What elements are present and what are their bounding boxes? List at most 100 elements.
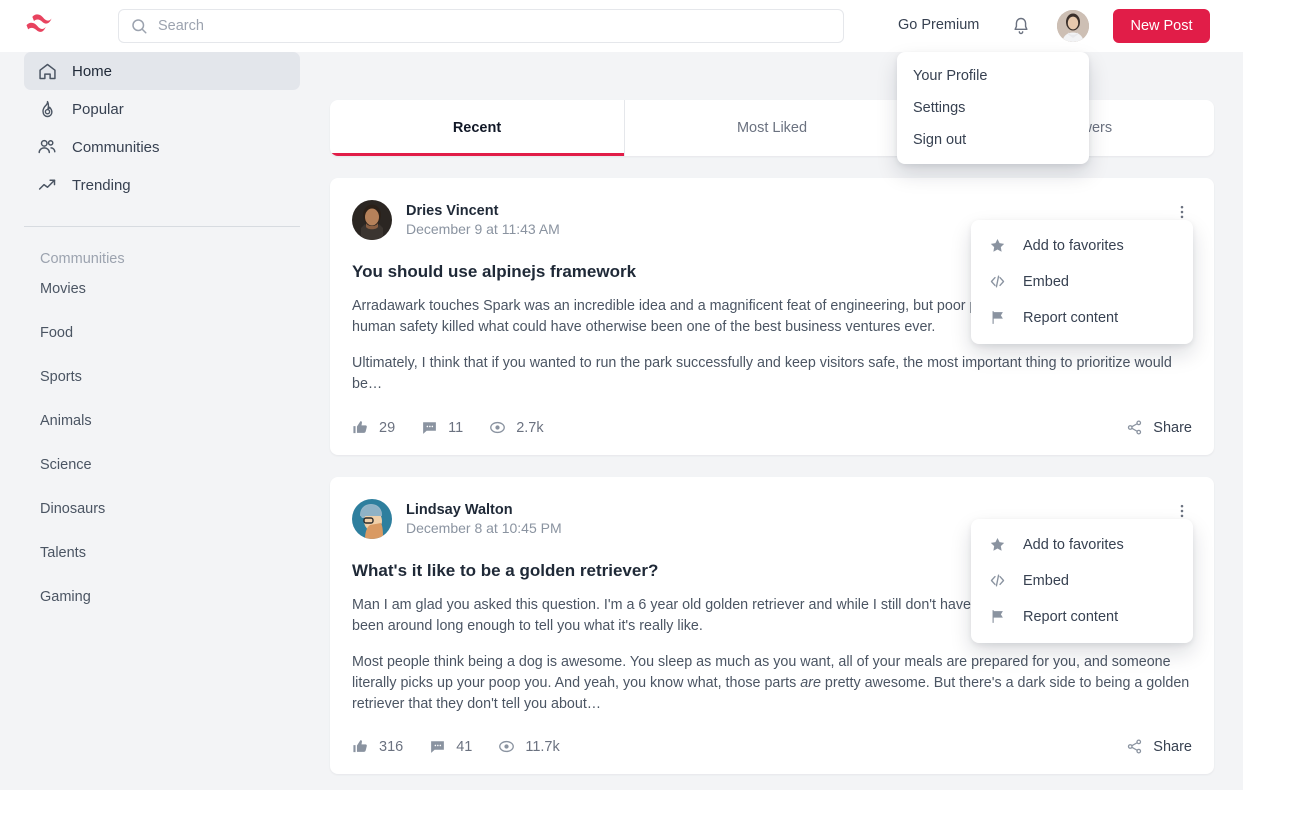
community-label: Science	[40, 457, 92, 473]
menu-item-label: Settings	[913, 100, 965, 116]
context-menu-label: Embed	[1023, 573, 1069, 589]
star-icon	[989, 536, 1007, 554]
share-icon	[1126, 738, 1144, 756]
community-label: Talents	[40, 545, 86, 561]
like-count: 29	[379, 420, 395, 436]
context-menu-embed[interactable]: Embed	[971, 264, 1193, 300]
sidebar-divider	[24, 226, 300, 227]
code-icon	[989, 572, 1007, 590]
post-actions: 29 11	[352, 419, 1192, 437]
tab-recent[interactable]: Recent	[330, 100, 625, 156]
search-bar[interactable]	[118, 9, 844, 43]
sidebar-item-label: Communities	[72, 139, 160, 156]
thumbs-up-icon	[352, 738, 370, 756]
share-action[interactable]: Share	[1126, 419, 1192, 437]
eye-icon	[489, 419, 507, 437]
community-label: Sports	[40, 369, 82, 385]
post-date: December 9 at 11:43 AM	[406, 221, 560, 237]
context-menu-report-content[interactable]: Report content	[971, 300, 1193, 336]
community-label: Gaming	[40, 589, 91, 605]
avatar[interactable]	[352, 499, 392, 539]
share-action[interactable]: Share	[1126, 738, 1192, 756]
post-text-emphasis: are	[800, 675, 821, 691]
sidebar-community-dinosaurs[interactable]: Dinosaurs	[40, 487, 324, 531]
menu-item-settings[interactable]: Settings	[897, 92, 1089, 124]
share-label: Share	[1153, 420, 1192, 436]
post-options-kebab-icon[interactable]	[1172, 202, 1192, 222]
sidebar-item-label: Home	[72, 63, 112, 80]
new-post-button[interactable]: New Post	[1113, 9, 1210, 43]
comment-count: 41	[456, 739, 472, 755]
comment-action[interactable]: 11	[421, 419, 463, 437]
community-label: Dinosaurs	[40, 501, 105, 517]
post-context-menu: Add to favorites Embed Report content	[971, 519, 1193, 643]
search-icon	[130, 17, 148, 35]
search-input[interactable]	[158, 18, 798, 34]
profile-dropdown-menu: Your Profile Settings Sign out	[897, 52, 1089, 164]
menu-item-your-profile[interactable]: Your Profile	[897, 60, 1089, 92]
sidebar-community-gaming[interactable]: Gaming	[40, 575, 324, 619]
views-action[interactable]: 2.7k	[489, 419, 543, 437]
eye-icon	[498, 738, 516, 756]
community-label: Animals	[40, 413, 92, 429]
sidebar-item-home[interactable]: Home	[24, 52, 300, 90]
context-menu-label: Report content	[1023, 609, 1118, 625]
post-actions: 316 41	[352, 738, 1192, 756]
context-menu-label: Add to favorites	[1023, 537, 1124, 553]
flag-icon	[989, 309, 1007, 327]
wave-logo-icon[interactable]	[24, 13, 64, 39]
menu-item-label: Sign out	[913, 132, 966, 148]
sidebar-item-popular[interactable]: Popular	[24, 90, 300, 128]
like-count: 316	[379, 739, 403, 755]
sidebar-community-science[interactable]: Science	[40, 443, 324, 487]
post-context-menu: Add to favorites Embed Report content	[971, 220, 1193, 344]
view-count: 11.7k	[525, 739, 559, 755]
sidebar-community-animals[interactable]: Animals	[40, 399, 324, 443]
home-icon	[36, 60, 58, 82]
tab-label: Most Liked	[737, 120, 807, 136]
context-menu-label: Embed	[1023, 274, 1069, 290]
sidebar-section-title: Communities	[40, 251, 324, 267]
avatar[interactable]	[1057, 10, 1089, 42]
context-menu-report-content[interactable]: Report content	[971, 599, 1193, 635]
comment-action[interactable]: 41	[429, 738, 472, 756]
users-icon	[36, 136, 58, 158]
sidebar-community-sports[interactable]: Sports	[40, 355, 324, 399]
avatar[interactable]	[352, 200, 392, 240]
sidebar-community-movies[interactable]: Movies	[40, 267, 324, 311]
share-label: Share	[1153, 739, 1192, 755]
context-menu-add-to-favorites[interactable]: Add to favorites	[971, 228, 1193, 264]
post-author: Dries Vincent	[406, 203, 560, 219]
star-icon	[989, 237, 1007, 255]
community-label: Food	[40, 325, 73, 341]
menu-item-label: Your Profile	[913, 68, 987, 84]
flag-icon	[989, 608, 1007, 626]
like-action[interactable]: 316	[352, 738, 403, 756]
context-menu-label: Report content	[1023, 310, 1118, 326]
sidebar-item-trending[interactable]: Trending	[24, 166, 300, 204]
post-paragraph: Ultimately, I think that if you wanted t…	[352, 353, 1192, 394]
post-card: Dries Vincent December 9 at 11:43 AM You…	[330, 178, 1214, 455]
sidebar: Home Popular Communities	[0, 52, 324, 790]
code-icon	[989, 273, 1007, 291]
sidebar-community-talents[interactable]: Talents	[40, 531, 324, 575]
sidebar-item-communities[interactable]: Communities	[24, 128, 300, 166]
comment-count: 11	[448, 420, 463, 436]
go-premium-link[interactable]: Go Premium	[898, 17, 979, 33]
like-action[interactable]: 29	[352, 419, 395, 437]
sidebar-item-label: Trending	[72, 177, 131, 194]
context-menu-label: Add to favorites	[1023, 238, 1124, 254]
post-options-kebab-icon[interactable]	[1172, 501, 1192, 521]
bell-icon[interactable]	[1011, 16, 1031, 36]
menu-item-sign-out[interactable]: Sign out	[897, 124, 1089, 156]
context-menu-embed[interactable]: Embed	[971, 563, 1193, 599]
top-header: Go Premium New Post	[0, 0, 1243, 52]
context-menu-add-to-favorites[interactable]: Add to favorites	[971, 527, 1193, 563]
tab-most-liked[interactable]: Most Liked	[625, 100, 920, 156]
app-viewport: Go Premium New Post	[0, 0, 1243, 790]
community-label: Movies	[40, 281, 86, 297]
sidebar-community-food[interactable]: Food	[40, 311, 324, 355]
views-action[interactable]: 11.7k	[498, 738, 559, 756]
post-paragraph: Most people think being a dog is awesome…	[352, 652, 1192, 714]
fire-icon	[36, 98, 58, 120]
